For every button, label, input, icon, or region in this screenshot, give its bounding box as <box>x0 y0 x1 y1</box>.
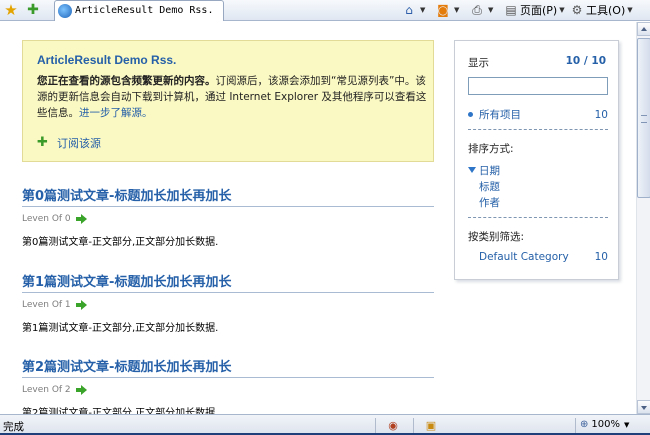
filter-panel: 显示 10 / 10 所有项目 10 排序方式: 日期 标题 作者 按类别筛选:… <box>454 40 619 280</box>
scrollbar-thumb[interactable] <box>637 38 650 198</box>
article-meta: Leven Of 1 <box>22 299 434 311</box>
rss-icon: ◙ <box>437 3 449 17</box>
arrow-right-icon[interactable] <box>75 300 87 310</box>
display-label: 显示 <box>468 57 489 69</box>
article-author: Leven Of 1 <box>22 300 71 310</box>
chevron-down-icon: ▼ <box>559 6 565 14</box>
chevron-down-icon: ▼ <box>420 6 426 14</box>
article-item: 第2篇测试文章-标题加长加长再加长 Leven Of 2 第2篇测试文章-正文部… <box>22 356 434 414</box>
article-meta: Leven Of 0 <box>22 213 434 225</box>
feed-intro: 您正在查看的源包含频繁更新的内容。订阅源后，该源会添加到“常见源列表”中。该源的… <box>37 73 427 121</box>
divider <box>468 129 608 130</box>
sort-descending-icon <box>468 167 476 173</box>
category-name: Default Category <box>479 251 569 263</box>
category-filter-label: 按类别筛选: <box>468 231 525 243</box>
all-items-link[interactable]: 所有项目 10 <box>468 107 608 122</box>
scroll-up-button[interactable] <box>637 22 650 36</box>
tools-menu-label: 工具(O) <box>586 4 626 17</box>
tools-menu-button[interactable]: ⚙ 工具(O) ▼ <box>570 1 633 19</box>
add-favorites-icon[interactable]: ✚ <box>25 2 41 18</box>
status-bar: 完成 ◉ ▣ ⊕ 100% ▼ <box>0 414 650 435</box>
article-author: Leven Of 2 <box>22 385 71 395</box>
gear-icon: ⚙ <box>571 3 583 17</box>
article-body: 第1篇测试文章-正文部分,正文部分加长数据. <box>22 323 219 334</box>
sort-option-title[interactable]: 标题 <box>479 179 500 194</box>
printer-icon: ⎙ <box>472 3 482 17</box>
chevron-down-icon: ▼ <box>488 6 494 14</box>
page-icon: ▤ <box>505 3 517 17</box>
all-items-count: 10 <box>594 108 608 121</box>
chevron-down-icon: ▼ <box>454 6 460 14</box>
sort-option-author[interactable]: 作者 <box>479 195 500 210</box>
chevron-down-icon: ▼ <box>623 420 630 429</box>
subscribe-label: 订阅该源 <box>57 137 101 150</box>
browser-tab[interactable]: ArticleResult Demo Rss. <box>54 0 224 21</box>
zoom-level: 100% <box>591 419 620 430</box>
feed-title: ArticleResult Demo Rss. <box>37 53 177 67</box>
ie-logo-icon <box>58 4 72 18</box>
page-menu-button[interactable]: ▤ 页面(P) ▼ <box>504 1 565 19</box>
feed-banner: ArticleResult Demo Rss. 您正在查看的源包含频繁更新的内容… <box>22 40 434 162</box>
add-feed-icon: ✚ <box>37 135 48 150</box>
filter-search-input[interactable] <box>468 77 608 95</box>
chevron-down-icon: ▼ <box>627 6 633 14</box>
divider <box>468 217 608 218</box>
print-button[interactable]: ⎙ ▼ <box>470 1 493 19</box>
feeds-button[interactable]: ◙ ▼ <box>436 1 459 19</box>
feed-intro-bold: 您正在查看的源包含频繁更新的内容。 <box>37 75 216 87</box>
arrow-right-icon[interactable] <box>75 214 87 224</box>
divider <box>375 418 376 433</box>
article-title-link[interactable]: 第2篇测试文章-标题加长加长再加长 <box>22 356 434 378</box>
article-body: 第2篇测试文章-正文部分,正文部分加长数据. <box>22 408 219 414</box>
article-title-link[interactable]: 第0篇测试文章-标题加长加长再加长 <box>22 185 434 207</box>
status-text: 完成 <box>3 421 24 433</box>
sort-label: 排序方式: <box>468 143 514 155</box>
article-item: 第1篇测试文章-标题加长加长再加长 Leven Of 1 第1篇测试文章-正文部… <box>22 271 434 334</box>
home-button[interactable]: ⌂ ▼ <box>402 1 425 19</box>
security-zone-icon[interactable]: ▣ <box>424 419 438 432</box>
privacy-icon[interactable]: ◉ <box>386 419 400 432</box>
bullet-icon <box>468 112 473 117</box>
display-count: 10 / 10 <box>565 55 606 67</box>
arrow-right-icon[interactable] <box>75 385 87 395</box>
home-icon: ⌂ <box>405 3 413 17</box>
divider <box>575 418 576 433</box>
scroll-down-button[interactable] <box>637 400 650 414</box>
category-count: 10 <box>594 251 608 263</box>
learn-more-link[interactable]: 进一步了解源。 <box>79 107 153 119</box>
favorites-star-icon[interactable]: ★ <box>3 2 19 18</box>
all-items-label: 所有项目 <box>479 109 521 121</box>
zoom-icon: ⊕ <box>580 419 589 430</box>
page-content: ArticleResult Demo Rss. 您正在查看的源包含频繁更新的内容… <box>0 22 636 414</box>
article-body: 第0篇测试文章-正文部分,正文部分加长数据. <box>22 237 219 248</box>
article-title-link[interactable]: 第1篇测试文章-标题加长加长再加长 <box>22 271 434 293</box>
subscribe-link[interactable]: ✚ 订阅该源 <box>37 135 101 151</box>
article-meta: Leven Of 2 <box>22 384 434 396</box>
browser-toolbar: ★ ✚ ArticleResult Demo Rss. ⌂ ▼ ◙ ▼ ⎙ ▼ ▤ 页面… <box>0 0 650 21</box>
article-item: 第0篇测试文章-标题加长加长再加长 Leven Of 0 第0篇测试文章-正文部… <box>22 185 434 248</box>
vertical-scrollbar[interactable] <box>636 22 650 414</box>
tab-title: ArticleResult Demo Rss. <box>75 5 214 16</box>
divider <box>413 418 414 433</box>
article-author: Leven Of 0 <box>22 214 71 224</box>
zoom-control[interactable]: ⊕ 100% ▼ <box>580 419 629 430</box>
sort-option-date[interactable]: 日期 <box>479 163 500 178</box>
category-link[interactable]: Default Category 10 <box>479 251 608 263</box>
page-menu-label: 页面(P) <box>520 4 558 17</box>
